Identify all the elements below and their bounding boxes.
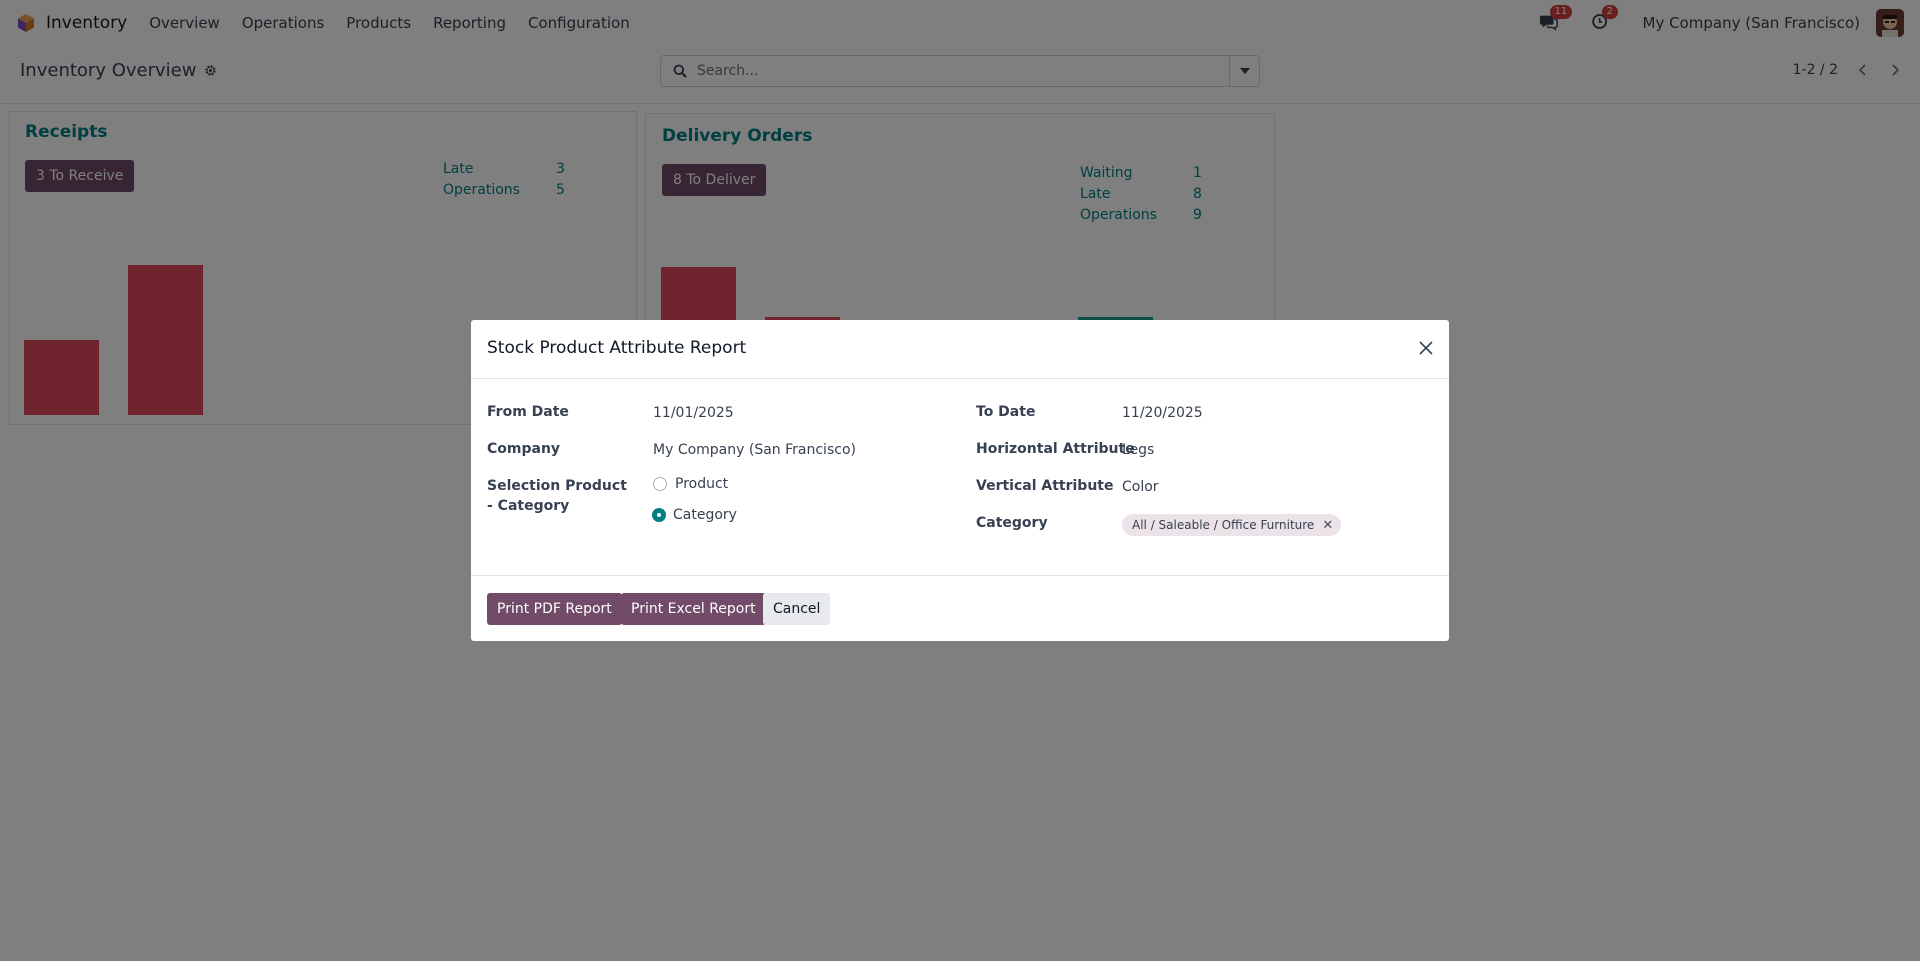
radio-product[interactable]: Product [653, 476, 728, 492]
category-tag: All / Saleable / Office Furniture ✕ [1122, 514, 1342, 536]
radio-product-circle[interactable] [653, 477, 667, 491]
dialog-header: Stock Product Attribute Report [471, 320, 1449, 379]
company-label: Company [487, 441, 561, 457]
from-date-field[interactable]: 11/01/2025 [653, 403, 734, 423]
cancel-button[interactable]: Cancel [763, 593, 831, 625]
category-tag-label: All / Saleable / Office Furniture [1132, 518, 1315, 532]
radio-category-label: Category [673, 507, 737, 523]
from-date-label: From Date [487, 404, 569, 420]
radio-category[interactable]: Category [653, 507, 737, 523]
report-dialog: Stock Product Attribute Report From Date… [471, 320, 1449, 641]
horizontal-attribute-label: Horizontal Attribute [976, 441, 1135, 457]
print-pdf-button[interactable]: Print PDF Report [487, 593, 622, 625]
print-excel-button[interactable]: Print Excel Report [621, 593, 766, 625]
to-date-label: To Date [976, 404, 1036, 420]
radio-product-label: Product [675, 476, 729, 492]
tag-remove-icon[interactable]: ✕ [1322, 518, 1333, 533]
vertical-attribute-label: Vertical Attribute [976, 478, 1114, 494]
company-field[interactable]: My Company (San Francisco) [653, 440, 856, 460]
horizontal-attribute-field[interactable]: Legs [1122, 440, 1154, 460]
radio-category-circle[interactable] [653, 509, 665, 521]
dialog-footer: Print PDF Report Print Excel Report Canc… [471, 575, 1449, 641]
to-date-field[interactable]: 11/20/2025 [1122, 403, 1203, 423]
category-label: Category [976, 515, 1048, 531]
selection-label: Selection Product - Category [487, 478, 627, 514]
vertical-attribute-field[interactable]: Color [1122, 477, 1159, 497]
close-icon[interactable] [1415, 337, 1437, 359]
dialog-title: Stock Product Attribute Report [487, 338, 747, 358]
